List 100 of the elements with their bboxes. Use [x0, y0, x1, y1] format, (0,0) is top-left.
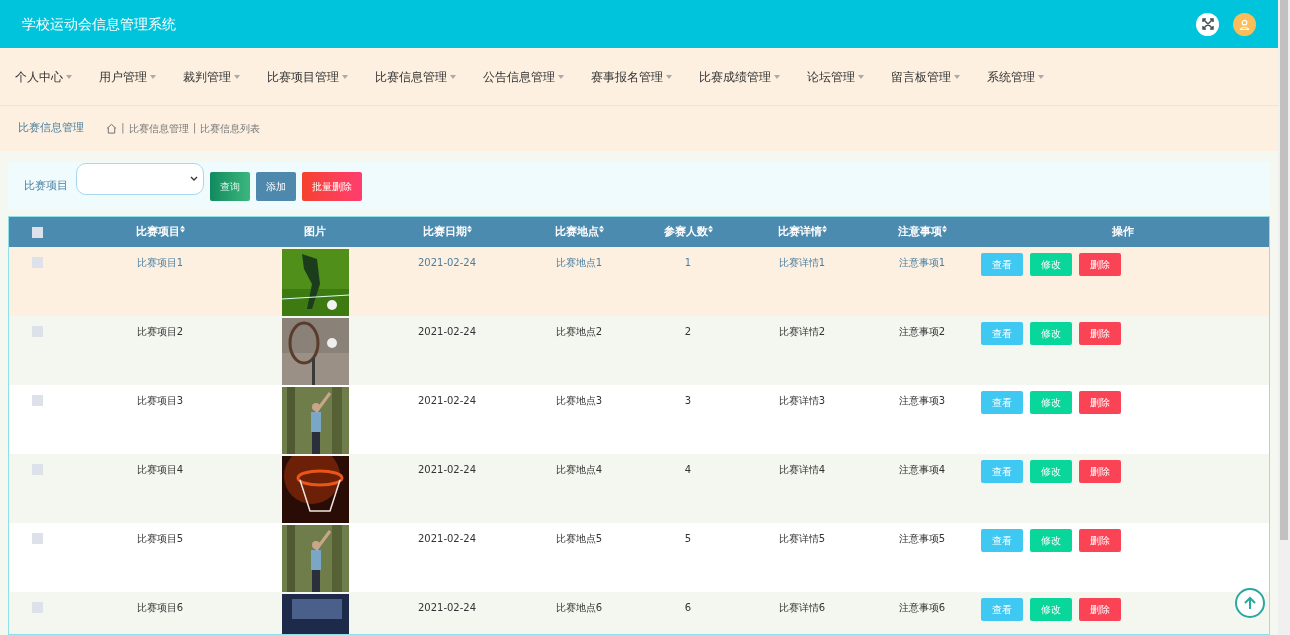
- table-cell-text: 比赛详情1: [778, 256, 826, 270]
- table-cell-text: 比赛地点6: [555, 601, 603, 615]
- breadcrumb-link[interactable]: 比赛信息列表: [200, 121, 261, 136]
- delete-button[interactable]: 删除: [1079, 322, 1121, 345]
- view-button[interactable]: 查看: [981, 391, 1023, 414]
- table-cell-text: 2021-02-24: [417, 601, 477, 615]
- table-row[interactable]: 比赛项目1 2021-02-24 比赛地点1 1 比赛详情1 注意事项1 查看 修改 删除: [9, 247, 1269, 316]
- table-cell-text: 比赛项目1: [136, 256, 184, 270]
- table-cell-text: 注意事项6: [898, 601, 946, 615]
- delete-button[interactable]: 删除: [1079, 529, 1121, 552]
- select-all-checkbox[interactable]: [31, 226, 43, 238]
- table-cell-text: 比赛项目5: [136, 532, 184, 546]
- table-cell-text: 2021-02-24: [417, 325, 477, 339]
- table-cell-text: 比赛项目3: [136, 394, 184, 408]
- table-cell-text: 比赛详情2: [778, 325, 826, 339]
- nav-menu-item[interactable]: 论坛管理: [807, 67, 864, 86]
- table-cell-text: 注意事项3: [898, 394, 946, 408]
- nav-menu-item[interactable]: 比赛成绩管理: [699, 67, 780, 86]
- table-cell-text: 2021-02-24: [417, 256, 477, 270]
- search-button[interactable]: 查询: [210, 171, 250, 201]
- table-cell-text: 比赛地点3: [555, 394, 603, 408]
- delete-button[interactable]: 删除: [1079, 460, 1121, 483]
- expand-icon: [1201, 18, 1214, 30]
- table-row[interactable]: 比赛项目4 2021-02-24 比赛地点4 4 比赛详情4 注意事项4 查看 修改 删除: [9, 454, 1269, 523]
- scrollbar[interactable]: [1278, 0, 1290, 635]
- table-cell-text: 比赛详情5: [778, 532, 826, 546]
- sort-icon: [821, 224, 827, 233]
- nav-menu-item[interactable]: 用户管理: [99, 67, 156, 86]
- table-cell-text: 比赛详情3: [778, 394, 826, 408]
- table-cell-text: 6: [684, 601, 692, 615]
- nav-menu-item[interactable]: 个人中心: [15, 67, 72, 86]
- table-row[interactable]: 比赛项目6 2021-02-24 比赛地点6 6 比赛详情6 注意事项6 查看 修改 删除: [9, 592, 1269, 634]
- column-header[interactable]: 比赛日期: [422, 223, 467, 241]
- breadcrumb-link[interactable]: 比赛信息管理: [128, 121, 189, 136]
- chevron-down-icon: [190, 176, 198, 182]
- view-button[interactable]: 查看: [981, 460, 1023, 483]
- nav-menu-item[interactable]: 留言板管理: [891, 67, 960, 86]
- table-cell-text: 2021-02-24: [417, 463, 477, 477]
- table-cell-text: 2021-02-24: [417, 394, 477, 408]
- view-button[interactable]: 查看: [981, 529, 1023, 552]
- nav-menu-item[interactable]: 裁判管理: [183, 67, 240, 86]
- column-header[interactable]: 参赛人数: [663, 223, 708, 241]
- nav-menu-item[interactable]: 公告信息管理: [483, 67, 564, 86]
- table-cell-text: 注意事项4: [898, 463, 946, 477]
- sort-icon: [598, 224, 604, 233]
- nav-menu-item[interactable]: 比赛项目管理: [267, 67, 348, 86]
- table-cell-text: 注意事项2: [898, 325, 946, 339]
- add-button[interactable]: 添加: [256, 171, 296, 201]
- delete-button[interactable]: 删除: [1079, 391, 1121, 414]
- app-title: 学校运动会信息管理系统: [22, 14, 176, 34]
- nav-menu-item[interactable]: 比赛信息管理: [375, 67, 456, 86]
- table-row[interactable]: 比赛项目2 2021-02-24 比赛地点2 2 比赛详情2 注意事项2 查看 修改 删除: [9, 316, 1269, 385]
- table-cell-text: 4: [684, 463, 692, 477]
- breadcrumb-separator: |: [121, 120, 125, 137]
- project-select[interactable]: [76, 163, 204, 195]
- sort-icon: [179, 224, 185, 233]
- avatar-button[interactable]: [1233, 12, 1256, 36]
- row-checkbox[interactable]: [31, 395, 43, 406]
- sort-icon: [707, 224, 713, 233]
- edit-button[interactable]: 修改: [1030, 460, 1072, 483]
- home-icon: [106, 123, 117, 134]
- table-cell-text: 比赛项目4: [136, 463, 184, 477]
- view-button[interactable]: 查看: [981, 322, 1023, 345]
- table-cell-text: 比赛地点4: [555, 463, 603, 477]
- nav-menu-item[interactable]: 系统管理: [987, 67, 1044, 86]
- column-header[interactable]: 比赛详情: [777, 223, 822, 241]
- sort-icon: [466, 224, 472, 233]
- user-icon: [1239, 18, 1250, 30]
- column-header[interactable]: 注意事项: [897, 223, 942, 241]
- edit-button[interactable]: 修改: [1030, 529, 1072, 552]
- table-cell-text: 3: [684, 394, 692, 408]
- table-cell-text: 比赛项目2: [136, 325, 184, 339]
- edit-button[interactable]: 修改: [1030, 391, 1072, 414]
- row-checkbox[interactable]: [31, 257, 43, 268]
- page-title: 比赛信息管理: [18, 120, 84, 137]
- row-checkbox[interactable]: [31, 533, 43, 544]
- nav-menu-item[interactable]: 赛事报名管理: [591, 67, 672, 86]
- table-cell-text: 比赛项目6: [136, 601, 184, 615]
- edit-button[interactable]: 修改: [1030, 598, 1072, 621]
- view-button[interactable]: 查看: [981, 598, 1023, 621]
- delete-button[interactable]: 删除: [1079, 253, 1121, 276]
- table-cell-text: 注意事项1: [898, 256, 946, 270]
- table-cell-text: 比赛详情4: [778, 463, 826, 477]
- table-cell-text: 5: [684, 532, 692, 546]
- edit-button[interactable]: 修改: [1030, 253, 1072, 276]
- table-cell-text: 1: [684, 256, 692, 270]
- fullscreen-button[interactable]: [1196, 12, 1219, 36]
- breadcrumb-separator: |: [192, 120, 197, 137]
- delete-button[interactable]: 删除: [1079, 598, 1121, 621]
- column-header: 图片: [304, 223, 326, 240]
- batch-delete-button[interactable]: 批量删除: [302, 171, 362, 201]
- edit-button[interactable]: 修改: [1030, 322, 1072, 345]
- filter-label: 比赛项目: [24, 177, 68, 194]
- table-cell-text: 2: [684, 325, 692, 339]
- column-header[interactable]: 比赛项目: [135, 223, 180, 241]
- view-button[interactable]: 查看: [981, 253, 1023, 276]
- table-cell-text: 比赛地点2: [555, 325, 603, 339]
- column-header[interactable]: 比赛地点: [554, 223, 599, 241]
- arrow-up-icon: [1243, 596, 1257, 610]
- table-cell-text: 比赛详情6: [778, 601, 826, 615]
